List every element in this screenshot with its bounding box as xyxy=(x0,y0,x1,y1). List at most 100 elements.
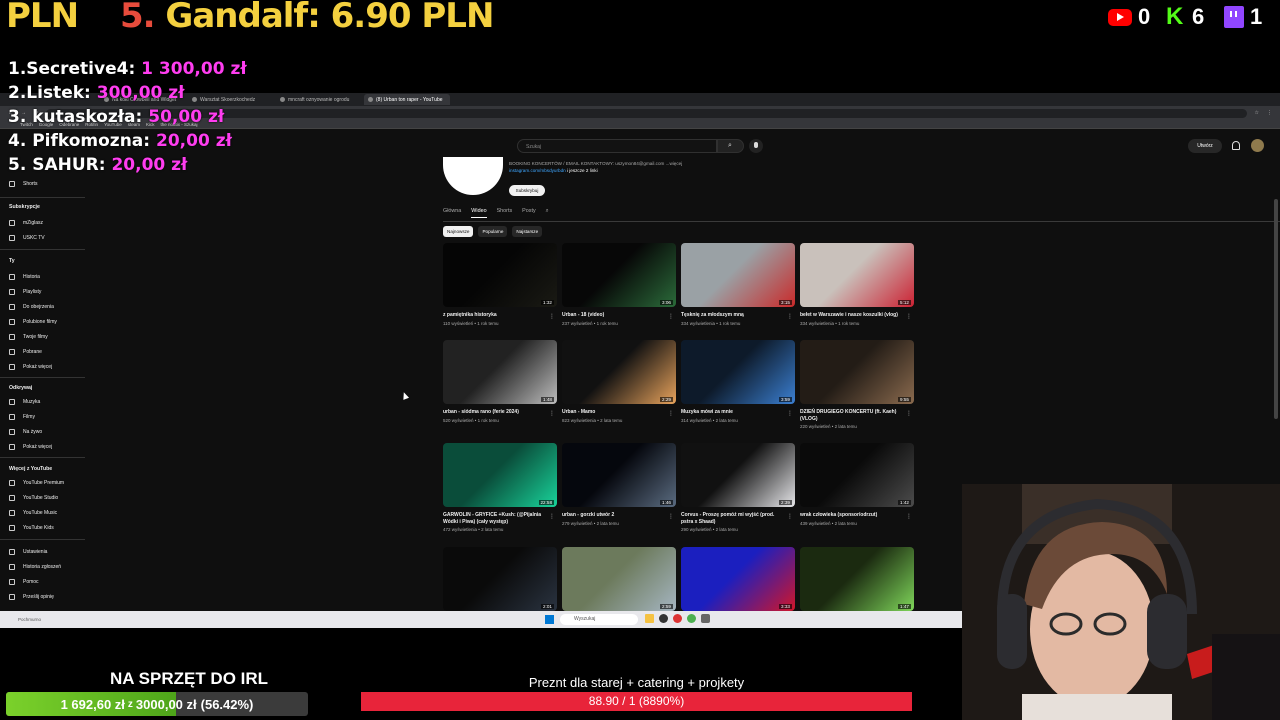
sidebar-item-you[interactable]: Do obejrzenia xyxy=(9,302,54,312)
sidebar-item-more[interactable]: YouTube Music xyxy=(9,508,57,518)
video-title[interactable]: GARWOLIN - GRYFICE +Kush: (@Pijalnia Wód… xyxy=(443,512,557,525)
sidebar-item-settings[interactable]: Historia zgłoszeń xyxy=(9,562,61,572)
video-title[interactable]: Corvus - Proszę pomóż mi wyjść (prod. ps… xyxy=(681,512,795,525)
video-thumbnail[interactable]: 1:32 xyxy=(443,243,557,307)
weather-label[interactable]: Pochmurno xyxy=(18,617,41,622)
explorer-icon[interactable] xyxy=(645,614,654,623)
video-title[interactable]: wrak człowieka (sponsor/odrzut) xyxy=(800,512,914,519)
video-title[interactable]: z pamiętnika historyka xyxy=(443,312,557,319)
video-thumbnail[interactable]: 1:46 xyxy=(562,443,676,507)
video-menu-icon[interactable]: ⋮ xyxy=(549,513,555,520)
video-thumbnail[interactable]: 3:33 xyxy=(681,547,795,611)
video-card[interactable]: 3:33 xyxy=(681,547,795,611)
channel-more-links[interactable]: i jeszcze 2 linki xyxy=(567,168,598,173)
video-title[interactable]: Urban - 18 (video) xyxy=(562,312,676,319)
video-title[interactable]: Muzyka mówi za mnie xyxy=(681,409,795,416)
windows-start-icon[interactable] xyxy=(545,615,554,624)
sidebar-item-you[interactable]: Polubione filmy xyxy=(9,317,57,327)
sidebar-subs-heading[interactable]: Subskrypcje xyxy=(9,204,40,210)
video-menu-icon[interactable]: ⋮ xyxy=(668,513,674,520)
video-menu-icon[interactable]: ⋮ xyxy=(549,313,555,320)
video-title[interactable]: Tęsknię za młodszym mną xyxy=(681,312,795,319)
taskbar-search[interactable]: Wyszukaj xyxy=(560,614,638,625)
video-menu-icon[interactable]: ⋮ xyxy=(787,313,793,320)
tab-home[interactable]: Główna xyxy=(443,208,461,218)
video-menu-icon[interactable]: ⋮ xyxy=(906,313,912,320)
avatar[interactable] xyxy=(1251,139,1264,152)
app-icon-2[interactable] xyxy=(673,614,682,623)
sidebar-item-explore[interactable]: Muzyka xyxy=(9,397,40,407)
video-title[interactable]: Urban - Mamo xyxy=(562,409,676,416)
video-menu-icon[interactable]: ⋮ xyxy=(549,410,555,417)
app-icon-1[interactable] xyxy=(659,614,668,623)
sidebar-item-you[interactable]: Pokaż więcej xyxy=(9,362,52,372)
chip-popular[interactable]: Popularne xyxy=(478,226,508,237)
sidebar-item-more[interactable]: YouTube Kids xyxy=(9,523,54,533)
sidebar-item-settings[interactable]: Pomoc xyxy=(9,577,39,587)
video-card[interactable]: 9:55 DZIEŃ DRUGIEGO KONCERTU (ft. Kaeh) (… xyxy=(800,340,914,429)
video-card[interactable]: 3:59 Muzyka mówi za mnie 314 wyświetleń • … xyxy=(681,340,795,423)
sidebar-you-heading[interactable]: Ty xyxy=(9,258,15,264)
sidebar-item-more[interactable]: YouTube Studio xyxy=(9,493,58,503)
video-menu-icon[interactable]: ⋮ xyxy=(906,410,912,417)
video-thumbnail[interactable]: 1:42 xyxy=(800,443,914,507)
video-thumbnail[interactable]: 2:01 xyxy=(443,547,557,611)
video-card[interactable]: 1:48 urban - siódma rano (ferie 2024) 520 … xyxy=(443,340,557,423)
video-card[interactable]: 5:12 bełet w Warszawie i nasze koszulki (… xyxy=(800,243,914,326)
sidebar-more-heading[interactable]: Więcej z YouTube xyxy=(9,466,52,472)
sidebar-item-explore[interactable]: Pokaż więcej xyxy=(9,442,52,452)
tab-shorts[interactable]: Shorts xyxy=(497,208,513,218)
video-title[interactable]: DZIEŃ DRUGIEGO KONCERTU (ft. Kaeh) (VLOG… xyxy=(800,409,914,422)
video-thumbnail[interactable]: 2:59 xyxy=(562,547,676,611)
sidebar-item-explore[interactable]: Na żywo xyxy=(9,427,42,437)
video-card[interactable]: 3:15 Tęsknię za młodszym mną 334 wyświetle… xyxy=(681,243,795,326)
video-thumbnail[interactable]: 1:47 xyxy=(800,547,914,611)
channel-link[interactable]: instagram.com/mbsdyurbdn xyxy=(509,168,566,173)
chip-oldest[interactable]: Najstarsze xyxy=(512,226,543,237)
mic-button[interactable] xyxy=(749,139,763,153)
app-icon-3[interactable] xyxy=(701,614,710,623)
notifications-icon[interactable] xyxy=(1232,141,1240,150)
video-menu-icon[interactable]: ⋮ xyxy=(906,513,912,520)
sidebar-explore-heading[interactable]: Odkrywaj xyxy=(9,385,32,391)
browser-tab[interactable]: mncraft oznyowanie ogrodu xyxy=(276,94,362,105)
sidebar-item-explore[interactable]: Filmy xyxy=(9,412,35,422)
video-card[interactable]: 1:42 wrak człowieka (sponsor/odrzut) 439 w… xyxy=(800,443,914,526)
video-menu-icon[interactable]: ⋮ xyxy=(787,410,793,417)
video-card[interactable]: 1:47 xyxy=(800,547,914,611)
search-input[interactable]: Szukaj xyxy=(517,139,717,153)
video-thumbnail[interactable]: 2:29 xyxy=(562,340,676,404)
channel-avatar[interactable] xyxy=(443,157,503,195)
video-menu-icon[interactable]: ⋮ xyxy=(787,513,793,520)
video-card[interactable]: 3:06 Urban - 18 (video) 237 wyświetleń • 1… xyxy=(562,243,676,326)
video-thumbnail[interactable]: 3:06 xyxy=(562,243,676,307)
sidebar-item-shorts[interactable]: Shorts xyxy=(9,179,37,189)
tab-posts[interactable]: Posty xyxy=(522,208,535,218)
subscribe-button[interactable]: Subskrybuj xyxy=(509,185,545,196)
sidebar-item-you[interactable]: Pobrane xyxy=(9,347,42,357)
sidebar-item-you[interactable]: Twoje filmy xyxy=(9,332,48,342)
tab-videos[interactable]: Wideo xyxy=(471,208,487,218)
sidebar-item-you[interactable]: Historia xyxy=(9,272,40,282)
sidebar-item-sub[interactable]: USKC TV xyxy=(9,233,45,243)
browser-tab[interactable]: (8) Urban ton raper - YouTube xyxy=(364,94,450,105)
video-card[interactable]: 1:46 urban - gorzki utwór 2 279 wyświetleń… xyxy=(562,443,676,526)
menu-icon[interactable]: ⋮ xyxy=(1267,110,1272,116)
star-icon[interactable]: ☆ xyxy=(1255,110,1259,116)
video-title[interactable]: bełet w Warszawie i nasze koszulki (vlog… xyxy=(800,312,914,319)
video-menu-icon[interactable]: ⋮ xyxy=(668,313,674,320)
create-button[interactable]: Utwórz xyxy=(1188,139,1222,153)
video-title[interactable]: urban - gorzki utwór 2 xyxy=(562,512,676,519)
video-card[interactable]: 2:29 Urban - Mamo 823 wyświetlenia • 2 lat… xyxy=(562,340,676,423)
sidebar-item-sub[interactable]: mZiglasz xyxy=(9,218,43,228)
video-card[interactable]: 2:39 Corvus - Proszę pomóż mi wyjść (prod… xyxy=(681,443,795,532)
search-button[interactable]: ⌕ xyxy=(717,139,744,153)
video-card[interactable]: 2:59 xyxy=(562,547,676,611)
video-menu-icon[interactable]: ⋮ xyxy=(668,410,674,417)
video-title[interactable]: urban - siódma rano (ferie 2024) xyxy=(443,409,557,416)
video-card[interactable]: 22:58 GARWOLIN - GRYFICE +Kush: (@Pijalni… xyxy=(443,443,557,532)
channel-search-icon[interactable]: ⌕ xyxy=(546,208,549,218)
video-thumbnail[interactable]: 2:39 xyxy=(681,443,795,507)
sidebar-item-more[interactable]: YouTube Premium xyxy=(9,478,64,488)
video-thumbnail[interactable]: 5:12 xyxy=(800,243,914,307)
